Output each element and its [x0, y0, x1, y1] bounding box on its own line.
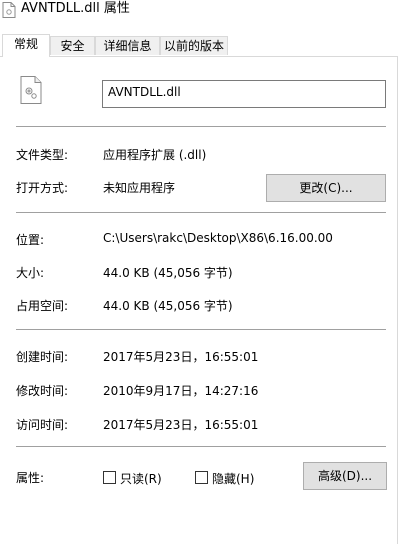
accessed-label: 访问时间: [16, 418, 69, 432]
file-icon [2, 2, 16, 18]
tab-general[interactable]: 常规 [2, 34, 50, 57]
file-type-value: 应用程序扩展 (.dll) [103, 148, 207, 162]
accessed-value: 2017年5月23日，16:55:01 [103, 418, 259, 432]
separator [16, 446, 386, 447]
size-on-disk-label: 占用空间: [16, 299, 69, 313]
change-button[interactable]: 更改(C)... [266, 174, 386, 202]
location-label: 位置: [16, 233, 45, 247]
size-label: 大小: [16, 266, 45, 280]
size-value: 44.0 KB (45,056 字节) [103, 266, 233, 280]
file-name-field[interactable]: AVNTDLL.dll [102, 80, 386, 108]
readonly-checkbox[interactable] [103, 471, 116, 484]
tab-strip: 常规 安全 详细信息 以前的版本 [0, 34, 399, 57]
opens-with-value: 未知应用程序 [103, 181, 176, 195]
attributes-label: 属性: [16, 471, 45, 485]
separator [16, 212, 386, 213]
modified-value: 2010年9月17日，14:27:16 [103, 384, 259, 398]
created-label: 创建时间: [16, 350, 69, 364]
tab-previous-versions[interactable]: 以前的版本 [160, 36, 228, 55]
opens-with-label: 打开方式: [16, 181, 69, 195]
size-on-disk-value: 44.0 KB (45,056 字节) [103, 299, 233, 313]
modified-label: 修改时间: [16, 384, 69, 398]
file-type-label: 文件类型: [16, 148, 69, 162]
created-value: 2017年5月23日，16:55:01 [103, 350, 259, 364]
title-bar: AVNTDLL.dll 属性 [0, 0, 399, 30]
advanced-button[interactable]: 高级(D)... [303, 462, 387, 490]
hidden-label[interactable]: 隐藏(H) [212, 470, 254, 487]
tab-security[interactable]: 安全 [50, 36, 95, 55]
hidden-checkbox[interactable] [195, 471, 208, 484]
location-value: C:\Users\rakc\Desktop\X86\6.16.00.00 [103, 231, 333, 245]
readonly-label[interactable]: 只读(R) [120, 470, 162, 487]
window-title: AVNTDLL.dll 属性 [21, 1, 130, 16]
separator [16, 126, 386, 127]
tab-details[interactable]: 详细信息 [95, 36, 160, 55]
separator [16, 329, 386, 330]
dll-file-icon [20, 76, 42, 104]
